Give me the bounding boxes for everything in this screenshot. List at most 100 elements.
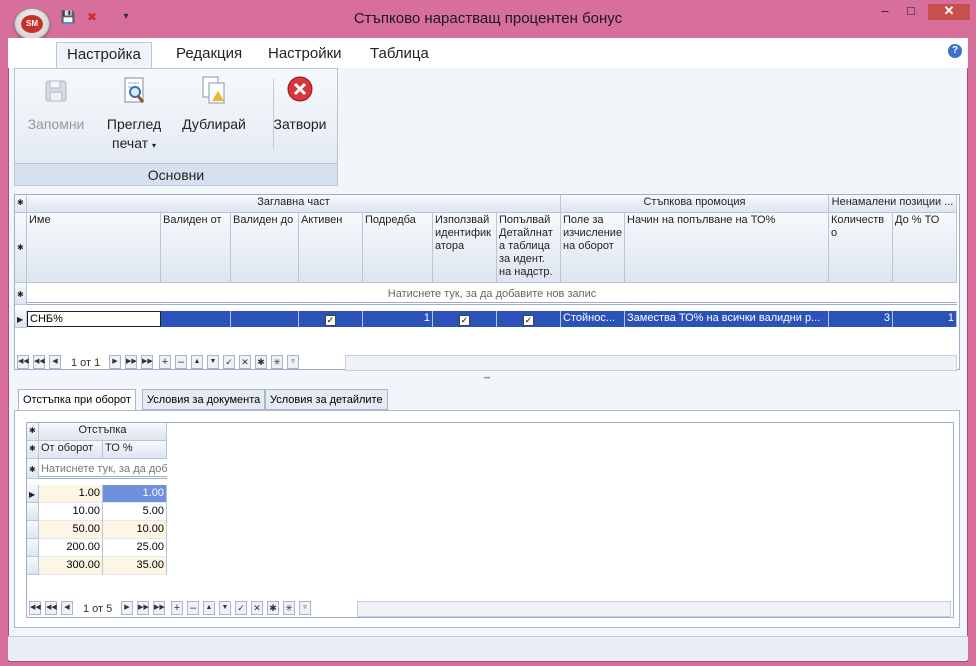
cell-from-turnover[interactable]: 1.00 (39, 485, 103, 503)
cell-fill-detail[interactable]: ✓ (497, 311, 561, 327)
column-active[interactable]: Активен (299, 213, 363, 283)
column-name[interactable]: Име (27, 213, 161, 283)
nav-next-page-icon[interactable]: ▶▶ (125, 355, 137, 369)
tab-edit[interactable]: Редакция (166, 42, 252, 68)
cell-from-turnover[interactable]: 10.00 (39, 503, 103, 521)
cell-fill-method[interactable]: Замества ТО% на всички валидни р... (625, 311, 829, 327)
column-turnover-field[interactable]: Поле за изчисление на оборот (561, 213, 625, 283)
nav-first-icon[interactable]: ◀◀ (17, 355, 29, 369)
tab-turnover-discount[interactable]: Отстъпка при оборот (18, 389, 136, 411)
main-grid-hscrollbar[interactable] (345, 355, 957, 371)
cell-from-turnover[interactable]: 50.00 (39, 521, 103, 539)
column-valid-from[interactable]: Валиден от (161, 213, 231, 283)
cell-valid-from[interactable] (161, 311, 231, 327)
fill-detail-checkbox[interactable]: ✓ (523, 315, 534, 326)
title-bar: SM 💾 ✖ ▾ Стъпково нарастващ процентен бо… (0, 0, 976, 40)
ribbon-panel: Запомни Преглед печат ▾ Дублирай Затвори… (14, 68, 338, 186)
cell-name[interactable]: СНБ% (27, 311, 161, 327)
cell-to-percent[interactable]: 5.00 (103, 503, 167, 521)
cell-to-percent[interactable]: 35.00 (103, 557, 167, 575)
sub-nav-delete-icon[interactable]: – (187, 601, 199, 615)
close-button[interactable]: Затвори (267, 75, 333, 134)
row-indicator[interactable] (27, 557, 39, 575)
row-indicator[interactable] (27, 503, 39, 521)
column-from-turnover[interactable]: От оборот (39, 441, 103, 459)
sub-nav-prev-page-icon[interactable]: ◀◀ (45, 601, 57, 615)
tab-table[interactable]: Таблица (360, 42, 439, 68)
row-indicator[interactable]: ▶ (27, 485, 39, 503)
row-indicator[interactable] (27, 539, 39, 557)
sub-nav-next-icon[interactable]: ▶ (121, 601, 133, 615)
minimize-button[interactable]: – (872, 4, 898, 20)
nav-clear-icon[interactable]: ✳ (271, 355, 283, 369)
nav-down-icon[interactable]: ▼ (207, 355, 219, 369)
discount-grid: ✱ Отстъпка ✱ От оборот ТО % ✱ Натиснете … (26, 422, 954, 618)
cell-to-percent[interactable]: 25.00 (103, 539, 167, 557)
column-quantity[interactable]: Количество (829, 213, 893, 283)
tab-setup[interactable]: Настройка (56, 42, 152, 68)
print-preview-label-2: печат ▾ (112, 135, 156, 151)
nav-last-icon[interactable]: ▶▶ (141, 355, 153, 369)
nav-filter-icon[interactable]: ▿ (287, 355, 299, 369)
sub-grid-hscrollbar[interactable] (357, 601, 951, 617)
cell-from-turnover[interactable]: 200.00 (39, 539, 103, 557)
column-use-id[interactable]: Използвай идентификатора (433, 213, 497, 283)
band-undiscounted: Ненамалени позиции ... (829, 195, 957, 213)
new-row-hint[interactable]: Натиснете тук, за да добавите нов запис (27, 283, 957, 305)
column-fill-detail[interactable]: Попълвай Детайлната таблица за идент. на… (497, 213, 561, 283)
use-id-checkbox[interactable]: ✓ (459, 315, 470, 326)
sub-nav-mark-icon[interactable]: ✱ (267, 601, 279, 615)
tab-document-conditions[interactable]: Условия за документа (142, 389, 266, 410)
row-indicator[interactable] (27, 521, 39, 539)
sub-nav-up-icon[interactable]: ▲ (203, 601, 215, 615)
sub-nav-clear-icon[interactable]: ✳ (283, 601, 295, 615)
sub-new-row-hint[interactable]: Натиснете тук, за да доб (39, 459, 167, 479)
tab-detail-conditions[interactable]: Условия за детайлите (265, 389, 388, 410)
cell-use-id[interactable]: ✓ (433, 311, 497, 327)
nav-up-icon[interactable]: ▲ (191, 355, 203, 369)
cell-to-percent[interactable]: 1.00 (103, 485, 167, 503)
sub-nav-confirm-icon[interactable]: ✓ (235, 601, 247, 615)
nav-record-counter: 1 от 1 (71, 357, 101, 369)
cell-to-percent[interactable]: 10.00 (103, 521, 167, 539)
sub-nav-first-icon[interactable]: ◀◀ (29, 601, 41, 615)
cell-from-turnover[interactable]: 300.00 (39, 557, 103, 575)
cell-valid-to[interactable] (231, 311, 299, 327)
column-fill-method[interactable]: Начин на попълване на ТО% (625, 213, 829, 283)
sub-nav-last-icon[interactable]: ▶▶ (153, 601, 165, 615)
save-button[interactable]: Запомни (21, 75, 91, 134)
tab-settings[interactable]: Настройки (258, 42, 352, 68)
column-order[interactable]: Подредба (363, 213, 433, 283)
sub-nav-add-icon[interactable]: + (171, 601, 183, 615)
nav-prev-page-icon[interactable]: ◀◀ (33, 355, 45, 369)
sub-nav-down-icon[interactable]: ▼ (219, 601, 231, 615)
help-icon[interactable]: ? (948, 44, 962, 58)
active-checkbox[interactable]: ✓ (325, 315, 336, 326)
sub-nav-next-page-icon[interactable]: ▶▶ (137, 601, 149, 615)
nav-prev-icon[interactable]: ◀ (49, 355, 61, 369)
column-to-percent-sub[interactable]: ТО % (103, 441, 167, 459)
cell-active[interactable]: ✓ (299, 311, 363, 327)
sub-nav-cancel-icon[interactable]: ✕ (251, 601, 263, 615)
duplicate-button[interactable]: Дублирай (175, 75, 253, 134)
row-indicator-icon[interactable]: ▶ (15, 310, 27, 328)
nav-mark-icon[interactable]: ✱ (255, 355, 267, 369)
splitter-handle[interactable]: ••• (14, 376, 960, 382)
nav-add-icon[interactable]: + (159, 355, 171, 369)
print-preview-label-1: Преглед (106, 116, 162, 132)
nav-delete-icon[interactable]: – (175, 355, 187, 369)
cell-quantity[interactable]: 3 (829, 311, 893, 327)
cell-turnover-field[interactable]: Стойнос... (561, 311, 625, 327)
sub-nav-prev-icon[interactable]: ◀ (61, 601, 73, 615)
nav-next-icon[interactable]: ▶ (109, 355, 121, 369)
column-valid-to[interactable]: Валиден до (231, 213, 299, 283)
cell-to-percent[interactable]: 1 (893, 311, 957, 327)
cell-order[interactable]: 1 (363, 311, 433, 327)
close-window-button[interactable]: ✕ (928, 4, 970, 20)
maximize-button[interactable]: □ (898, 4, 924, 20)
column-to-percent[interactable]: До % ТО (893, 213, 957, 283)
sub-nav-filter-icon[interactable]: ▿ (299, 601, 311, 615)
print-preview-button[interactable]: Преглед печат ▾ (99, 75, 169, 155)
nav-cancel-icon[interactable]: ✕ (239, 355, 251, 369)
nav-confirm-icon[interactable]: ✓ (223, 355, 235, 369)
